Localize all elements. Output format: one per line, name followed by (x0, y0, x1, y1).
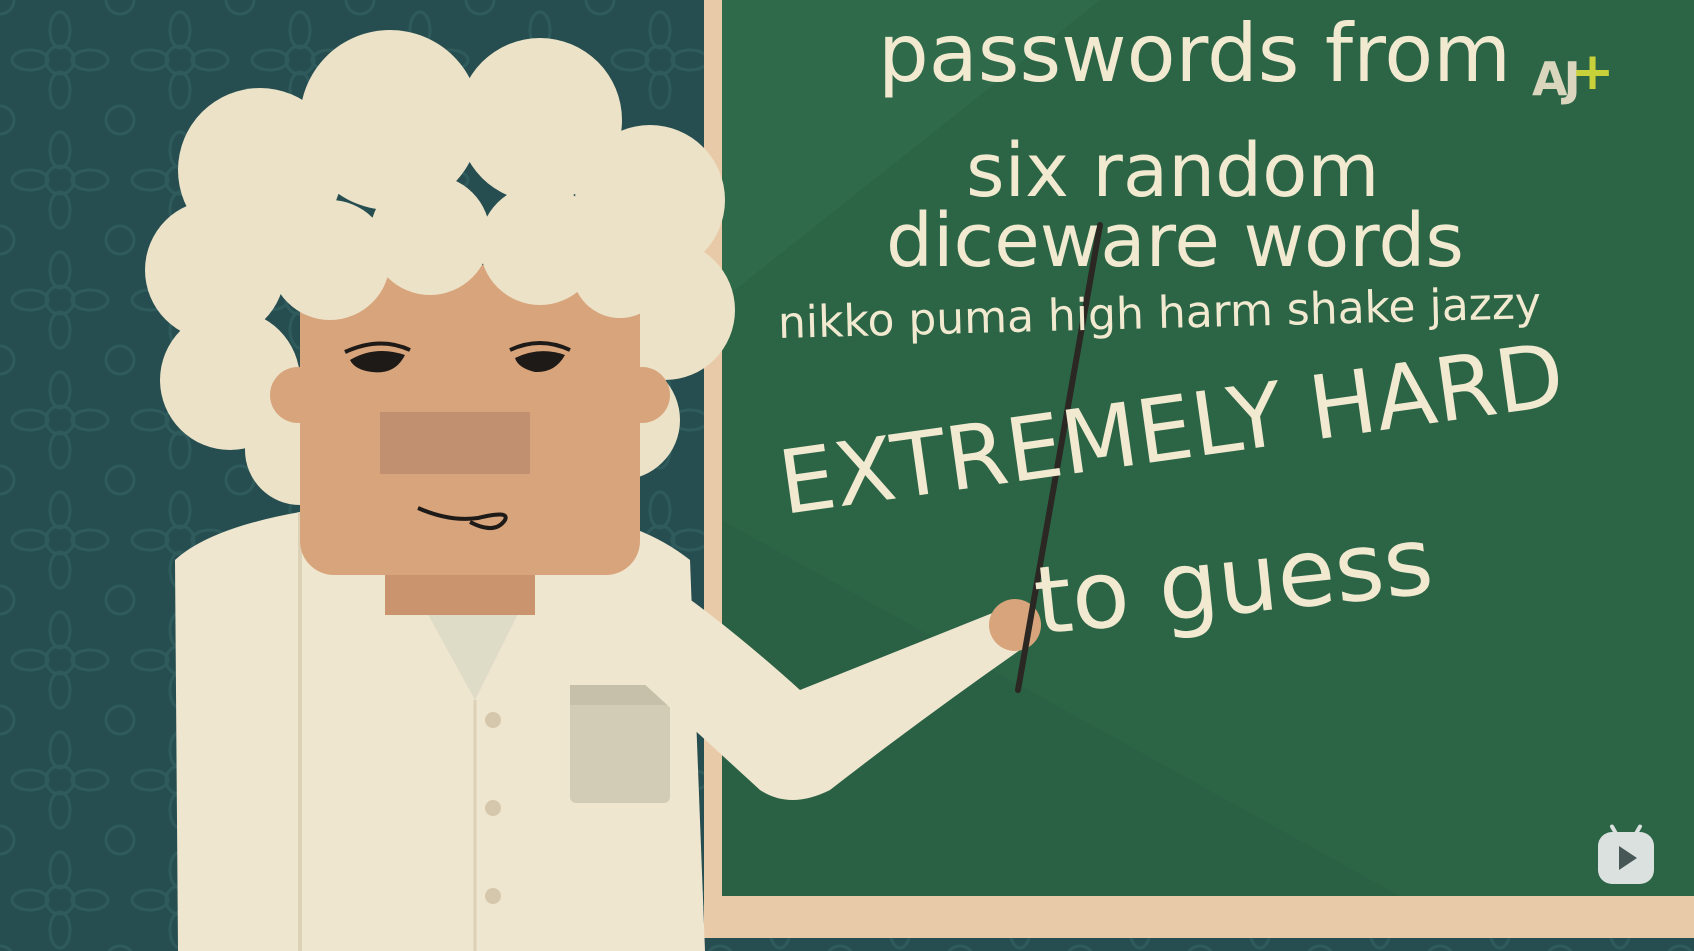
board-line-diceware-words: diceware words (886, 198, 1464, 284)
logo-text: AJ (1532, 52, 1581, 106)
play-triangle-icon (1619, 846, 1637, 870)
logo-plus: + (1570, 42, 1615, 102)
ear-right (614, 367, 670, 423)
video-frame: passwords from six random diceware words… (0, 0, 1694, 951)
channel-logo: AJ+ (1532, 42, 1616, 108)
nose (380, 412, 530, 474)
ear-left (270, 367, 326, 423)
board-line-passwords-from: passwords from (878, 7, 1512, 100)
board-line-six-random: six random (966, 128, 1380, 214)
tv-play-icon[interactable] (1598, 823, 1654, 884)
